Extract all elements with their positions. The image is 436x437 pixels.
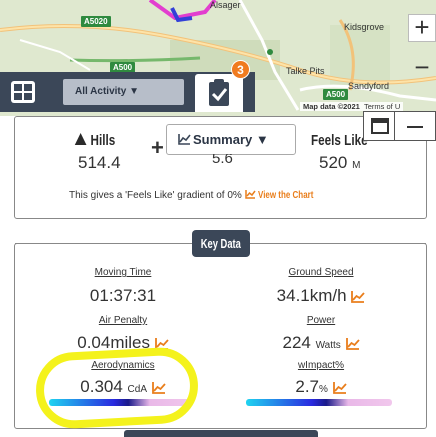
feels-like-number: 520	[319, 153, 348, 172]
map-place-label: Sandyford	[348, 81, 390, 91]
zoom-in-button[interactable]: +	[408, 14, 436, 42]
clipboard-check-icon	[209, 79, 229, 106]
key-data-label: Key Data	[200, 236, 242, 251]
minus-icon	[407, 126, 423, 128]
map-place-label: Talke Pits	[286, 66, 325, 76]
metric-label-moving-time[interactable]: Moving Time	[53, 267, 193, 278]
activity-filter-select[interactable]: All Activity ▼	[63, 79, 184, 105]
summary-select[interactable]: Summary ▼	[166, 124, 296, 155]
metric-label-ground-speed[interactable]: Ground Speed	[251, 267, 391, 278]
key-data-button[interactable]: Key Data	[192, 230, 250, 257]
wimpact-value: 2.7	[295, 377, 319, 396]
grid-icon[interactable]	[10, 80, 36, 104]
line-chart-icon[interactable]	[345, 337, 360, 350]
plus-icon[interactable]: +	[151, 135, 164, 161]
hills-value: 514.4	[78, 153, 121, 172]
ground-speed-value: 34.1km/h	[276, 286, 347, 305]
summary-select-label: Summary ▼	[193, 132, 269, 147]
line-chart-icon	[244, 190, 256, 199]
terms-link[interactable]: Terms of U	[364, 102, 400, 111]
divider	[252, 243, 426, 244]
road-label: A500	[323, 89, 349, 100]
view-chart-link[interactable]: View the Chart	[244, 190, 328, 201]
feels-like-note-text: This gives a 'Feels Like' gradient of 0%	[69, 190, 242, 201]
divider	[15, 243, 175, 244]
mountain-icon	[74, 133, 87, 145]
highlight-annotation	[34, 345, 200, 431]
feels-like-note: This gives a 'Feels Like' gradient of 0%…	[69, 190, 328, 201]
panel-view-button[interactable]	[363, 111, 395, 141]
metric-label-power[interactable]: Power	[251, 315, 391, 326]
wimpact-gradient-bar	[246, 399, 392, 406]
zoom-out-button[interactable]: −	[408, 54, 436, 82]
wimpact-unit: %	[319, 384, 328, 395]
road-label: A5020	[81, 16, 111, 27]
top-toolbar: All Activity ▼	[0, 72, 255, 112]
notification-badge[interactable]: 3	[231, 60, 250, 79]
hills-heading: Hills	[74, 132, 115, 149]
view-chart-label: View the Chart	[258, 190, 314, 201]
minimize-button[interactable]	[395, 111, 436, 141]
window-icon	[371, 118, 389, 134]
line-chart-icon[interactable]	[351, 290, 365, 303]
map-data-text: Map data ©2021	[303, 102, 360, 111]
metric-value-ground-speed: 34.1km/h	[241, 286, 401, 306]
clipboard-button[interactable]	[195, 74, 243, 112]
hills-label: Hills	[90, 132, 116, 149]
feels-like-label: Feels Like	[311, 132, 368, 149]
metric-value-power: 224 Watts	[241, 333, 401, 353]
line-chart-icon[interactable]	[332, 381, 347, 394]
metric-label-air-penalty[interactable]: Air Penalty	[53, 315, 193, 326]
power-unit: Watts	[315, 340, 341, 351]
map-attribution[interactable]: Map data ©2021 Terms of U	[300, 102, 404, 111]
feels-like-unit: M	[352, 160, 361, 171]
metric-value-wimpact: 2.7%	[241, 377, 401, 397]
metric-label-wimpact[interactable]: wImpact%	[251, 360, 391, 371]
metric-value-moving-time: 01:37:31	[43, 286, 203, 306]
feels-like-value: 520 M	[319, 153, 360, 173]
power-value: 224	[282, 333, 311, 352]
map-place-label: Kidsgrove	[344, 22, 385, 32]
bottom-tab[interactable]	[124, 430, 318, 437]
map-town-label: Alsager	[210, 0, 241, 10]
line-chart-icon	[178, 134, 191, 145]
moving-time-value: 01:37:31	[89, 286, 157, 305]
